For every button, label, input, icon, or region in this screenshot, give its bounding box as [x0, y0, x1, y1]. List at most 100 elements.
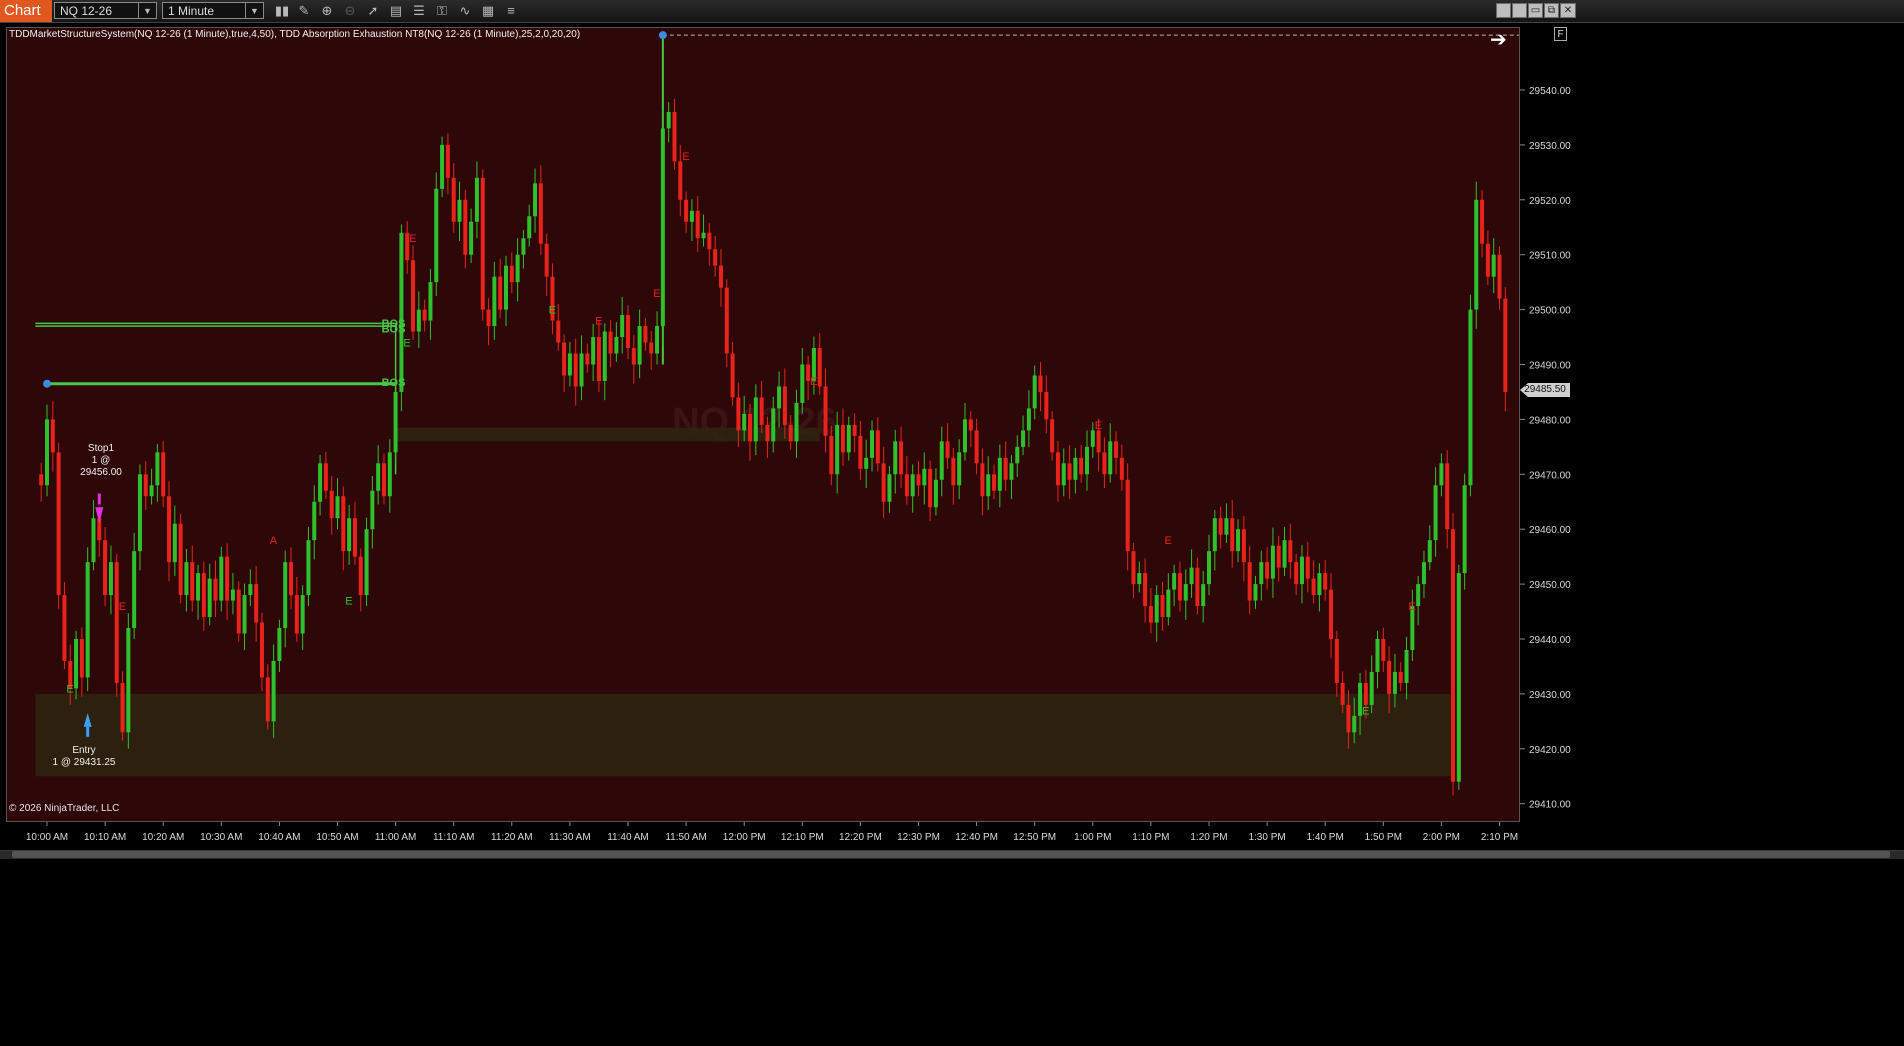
- candle-body: [387, 452, 392, 497]
- candle-body: [596, 337, 601, 381]
- candle-body: [259, 622, 264, 678]
- candle-body: [1143, 573, 1148, 607]
- x-tick-label: 11:20 AM: [491, 832, 533, 843]
- x-tick-label: 2:10 PM: [1481, 832, 1518, 843]
- candle-body: [1334, 639, 1339, 683]
- entry-detail: 1 @ 29431.25: [52, 757, 116, 768]
- x-tick-label: 12:00 PM: [723, 832, 766, 843]
- candle-body: [788, 424, 793, 442]
- candle-body: [591, 337, 596, 365]
- x-tick-label: 1:10 PM: [1132, 832, 1169, 843]
- indicator-label: TDDMarketStructureSystem(NQ 12-26 (1 Min…: [9, 29, 581, 40]
- f-button[interactable]: F: [1554, 27, 1567, 41]
- candle-body: [1166, 589, 1171, 618]
- x-tick-label: 1:50 PM: [1365, 832, 1402, 843]
- right-arrow-icon[interactable]: ➔: [1490, 30, 1507, 50]
- candle-body: [1224, 518, 1229, 535]
- candle-body: [271, 660, 276, 722]
- candle-body: [533, 183, 538, 217]
- candle-body: [1375, 639, 1380, 672]
- candle-body: [155, 452, 160, 486]
- entry-order-label[interactable]: Entry 1 @ 29431.25: [52, 745, 116, 769]
- candle-body: [1340, 682, 1345, 705]
- candle-body: [1311, 578, 1316, 596]
- candle-body: [306, 540, 311, 596]
- candle-body: [1084, 446, 1089, 475]
- candle-body: [945, 441, 950, 458]
- candle-body: [1317, 573, 1322, 596]
- candle-body: [1032, 375, 1037, 409]
- candle-body: [1404, 649, 1409, 683]
- candle-body: [149, 485, 154, 497]
- candle-body: [248, 584, 253, 596]
- candle-body: [213, 578, 218, 601]
- bos-label: BOS: [382, 377, 406, 389]
- exhaustion-marker: E: [682, 151, 689, 163]
- candle-body: [556, 320, 561, 343]
- candle-body: [666, 111, 671, 129]
- candle-body: [742, 413, 747, 431]
- candle-body: [457, 199, 462, 222]
- candle-body: [1253, 584, 1258, 601]
- candle-body: [521, 238, 526, 255]
- candle-body: [538, 183, 543, 244]
- candle-body: [1439, 463, 1444, 486]
- candle-body: [1491, 254, 1496, 277]
- x-tick-label: 10:10 AM: [84, 832, 126, 843]
- candle-body: [643, 326, 648, 343]
- candle-body: [1294, 562, 1299, 585]
- exhaustion-marker: E: [119, 601, 126, 613]
- x-tick-label: 12:50 PM: [1013, 832, 1056, 843]
- candle-body: [1456, 573, 1461, 782]
- stop-arrow-icon: [95, 507, 104, 524]
- candle-body: [875, 430, 880, 464]
- candle-body: [143, 474, 148, 497]
- candle-body: [1288, 540, 1293, 563]
- candle-body: [364, 529, 369, 596]
- exhaustion-marker: E: [66, 683, 73, 695]
- candle-body: [445, 144, 450, 178]
- candle-body: [1061, 463, 1066, 486]
- candle-body: [782, 386, 787, 425]
- candle-body: [626, 315, 630, 349]
- candle-body: [393, 391, 398, 453]
- candle-body: [910, 474, 915, 497]
- candle-body: [1421, 562, 1426, 585]
- candle-body: [300, 595, 305, 634]
- candle-body: [126, 628, 131, 733]
- y-tick-label: 29480.00: [1529, 415, 1571, 426]
- x-tick-label: 12:30 PM: [897, 832, 940, 843]
- candle-body: [463, 199, 468, 255]
- candle-body: [399, 232, 404, 392]
- stop-order-label[interactable]: Stop1 1 @ 29456.00: [70, 443, 132, 479]
- candle-body: [1346, 704, 1351, 733]
- y-tick-label: 29440.00: [1529, 635, 1571, 646]
- y-tick-label: 29510.00: [1529, 251, 1571, 262]
- candle-body: [196, 573, 201, 601]
- x-tick-label: 10:00 AM: [26, 832, 68, 843]
- candle-body: [219, 556, 224, 601]
- candle-body: [167, 496, 172, 563]
- candle-body: [347, 518, 352, 552]
- candle-body: [1416, 584, 1421, 607]
- exhaustion-marker: E: [409, 233, 416, 245]
- candlestick-chart: BOSBOSBOSEEEEEEEEEEEEEEA 29410.0029420.0…: [26, 31, 1571, 843]
- candle-body: [544, 243, 549, 277]
- candle-body: [1090, 430, 1095, 447]
- candle-body: [1114, 441, 1119, 458]
- candle-body: [108, 562, 113, 596]
- stop-arrow-shaft: [97, 493, 101, 505]
- candle-body: [870, 430, 875, 458]
- exhaustion-marker: E: [345, 596, 352, 608]
- y-tick-label: 29470.00: [1529, 470, 1571, 481]
- candle-body: [829, 435, 834, 475]
- candle-body: [277, 628, 282, 661]
- candle-body: [318, 463, 323, 502]
- candle-body: [1154, 595, 1159, 623]
- candle-body: [91, 518, 96, 563]
- candle-body: [1462, 485, 1467, 574]
- candle-body: [631, 348, 636, 365]
- x-tick-label: 1:30 PM: [1248, 832, 1285, 843]
- scrollbar-thumb[interactable]: [12, 851, 1890, 858]
- candle-body: [585, 353, 590, 365]
